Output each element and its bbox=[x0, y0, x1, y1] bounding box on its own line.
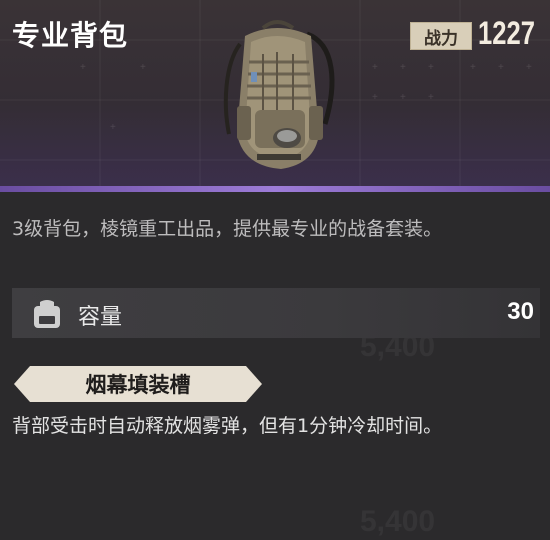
backpack-capacity-icon bbox=[34, 300, 60, 328]
svg-text:+: + bbox=[110, 122, 116, 133]
svg-text:+: + bbox=[526, 62, 532, 73]
feature-tag: 烟幕填装槽 bbox=[14, 366, 262, 402]
svg-text:+: + bbox=[80, 62, 86, 73]
svg-text:+: + bbox=[400, 92, 406, 103]
power-value: 1227 bbox=[478, 15, 535, 51]
item-header: + + + + + + + + + + + + 专业背包 战力 1227 bbox=[0, 0, 550, 190]
svg-text:+: + bbox=[372, 62, 378, 73]
backpack-icon bbox=[223, 20, 335, 169]
item-description: 3级背包，棱镜重工出品，提供最专业的战备套装。 bbox=[12, 218, 443, 240]
svg-text:+: + bbox=[140, 62, 146, 73]
svg-text:+: + bbox=[470, 62, 476, 73]
rarity-bar bbox=[0, 186, 550, 192]
svg-text:+: + bbox=[428, 62, 434, 73]
stat-value: 30 bbox=[507, 298, 534, 325]
svg-text:+: + bbox=[498, 62, 504, 73]
stat-row-capacity: 容量 30 bbox=[12, 288, 540, 338]
feature-description: 背部受击时自动释放烟雾弹，但有1分钟冷却时间。 bbox=[12, 415, 443, 437]
background-ghost-text: 5,400 bbox=[360, 505, 436, 538]
stat-label: 容量 bbox=[78, 305, 123, 330]
svg-text:+: + bbox=[428, 92, 434, 103]
svg-text:+: + bbox=[372, 92, 378, 103]
item-title: 专业背包 bbox=[12, 19, 129, 52]
svg-text:+: + bbox=[400, 62, 406, 73]
power-label-badge: 战力 bbox=[410, 22, 472, 50]
